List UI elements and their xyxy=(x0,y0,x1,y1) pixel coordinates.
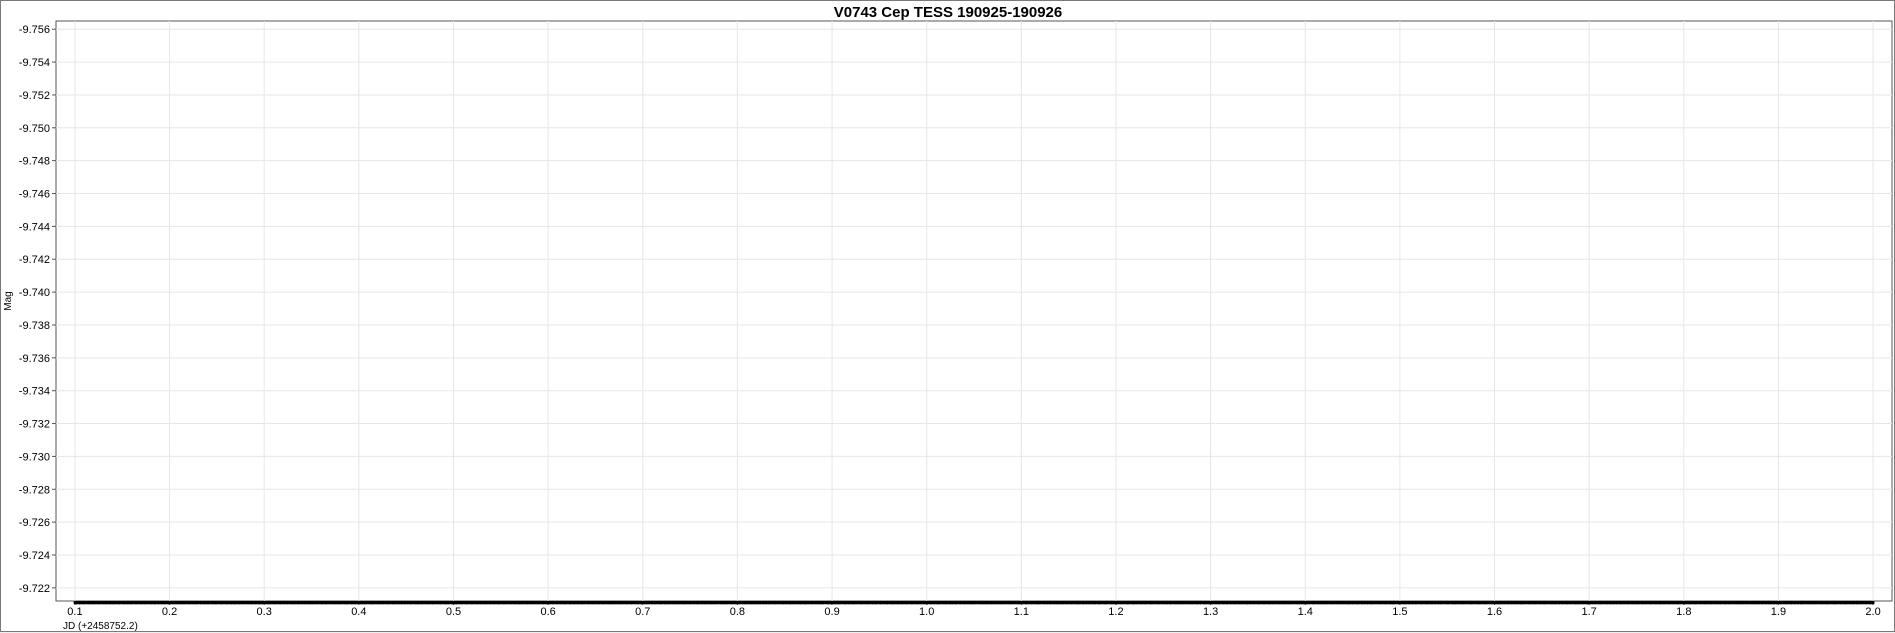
y-tick-label: -9.748 xyxy=(19,156,50,168)
y-tick-label: -9.722 xyxy=(19,583,50,595)
y-tick-label: -9.752 xyxy=(19,90,50,102)
y-tick-label: -9.730 xyxy=(19,451,50,463)
y-tick-label: -9.740 xyxy=(19,287,50,299)
chart-title: V0743 Cep TESS 190925-190926 xyxy=(834,4,1063,21)
x-tick-label: 0.2 xyxy=(162,606,177,618)
light-curve-chart: V0743 Cep TESS 190925-190926 0.1 0.2 0.3 0.… xyxy=(3,4,1893,632)
y-tick-label: -9.738 xyxy=(19,320,50,332)
y-tick-label: -9.724 xyxy=(19,550,50,562)
x-tick-label: 1.5 xyxy=(1392,606,1407,618)
y-tick-label: -9.756 xyxy=(19,24,50,36)
x-tick-label: 1.6 xyxy=(1487,606,1502,618)
y-tick-label: -9.742 xyxy=(19,254,50,266)
x-tick-label: 0.3 xyxy=(257,606,272,618)
data-points xyxy=(73,600,1875,605)
data-point xyxy=(1871,600,1875,605)
x-tick-label: 1.2 xyxy=(1108,606,1123,618)
y-axis-label: Mag xyxy=(3,291,14,310)
y-tick-label: -9.734 xyxy=(19,386,50,398)
x-tick-label: 1.1 xyxy=(1014,606,1029,618)
x-tick-label: 0.1 xyxy=(67,606,82,618)
x-tick-label: 1.0 xyxy=(919,606,934,618)
x-tick-label: 0.8 xyxy=(730,606,745,618)
x-tick-label: 1.9 xyxy=(1771,606,1786,618)
x-tick-label: 0.6 xyxy=(540,606,555,618)
y-tick-label: -9.732 xyxy=(19,419,50,431)
y-tick-label: -9.726 xyxy=(19,517,50,529)
y-tick-label: -9.746 xyxy=(19,189,50,201)
chart-window: V0743 Cep TESS 190925-190926 0.1 0.2 0.3 0.… xyxy=(0,0,1895,632)
x-tick-label: 0.7 xyxy=(635,606,650,618)
y-tick-label: -9.728 xyxy=(19,484,50,496)
plot-area xyxy=(55,20,1893,602)
x-tick-label: 1.3 xyxy=(1203,606,1218,618)
y-tick-label: -9.736 xyxy=(19,353,50,365)
y-tick-label: -9.750 xyxy=(19,123,50,135)
x-tick-label: 1.7 xyxy=(1582,606,1597,618)
x-tick-label: 2.0 xyxy=(1865,606,1880,618)
y-tick-label: -9.744 xyxy=(19,221,50,233)
x-tick-label: 1.8 xyxy=(1676,606,1691,618)
x-axis-label: JD (+2458752.2) xyxy=(63,621,138,632)
x-tick-label: 0.9 xyxy=(824,606,839,618)
x-tick-label: 0.4 xyxy=(351,606,366,618)
x-tick-label: 0.5 xyxy=(446,606,461,618)
x-tick-label: 1.4 xyxy=(1298,606,1313,618)
y-tick-label: -9.754 xyxy=(19,57,50,69)
